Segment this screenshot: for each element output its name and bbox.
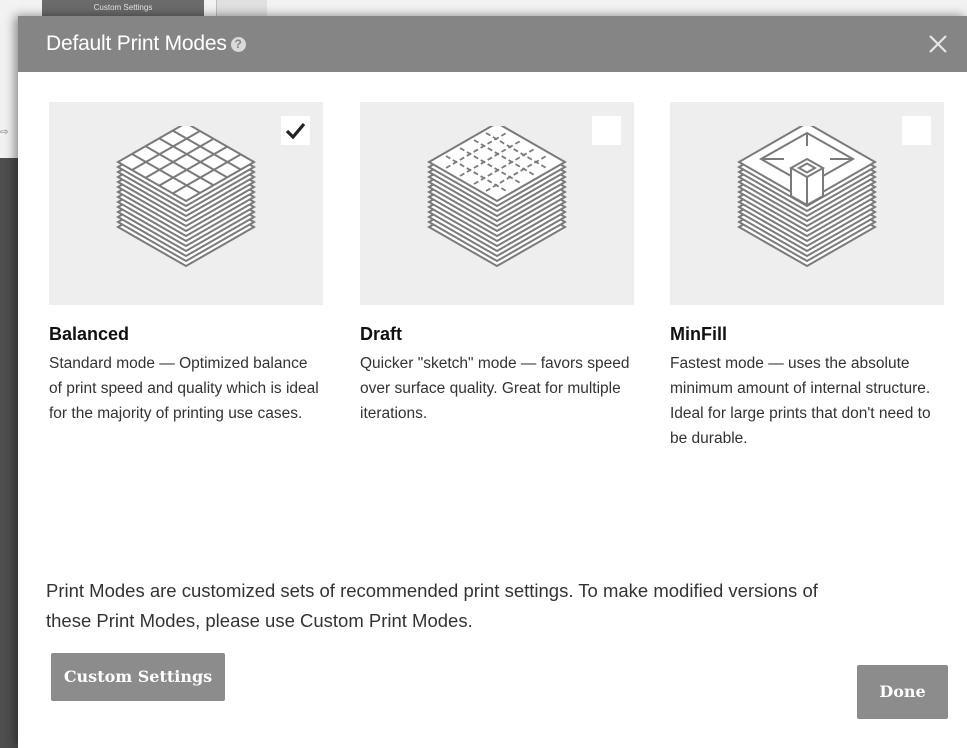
select-checkbox-balanced[interactable]	[281, 116, 310, 145]
dialog-title-text: Default Print Modes	[46, 32, 227, 55]
select-checkbox-draft[interactable]	[592, 116, 621, 145]
mode-description-draft: Quicker "sketch" mode — favors speed ove…	[360, 355, 630, 422]
background-custom-settings-tab: Custom Settings	[42, 0, 204, 16]
mode-description-minfill: Fastest mode — uses the absolute minimum…	[670, 355, 931, 447]
mode-title-balanced: Balanced	[49, 324, 130, 344]
select-checkbox-minfill[interactable]	[902, 116, 931, 145]
mode-image-balanced[interactable]	[49, 102, 323, 305]
dialog-header: Default Print Modes?	[18, 16, 967, 72]
background-tab	[216, 0, 267, 16]
custom-settings-button[interactable]: Custom Settings	[51, 653, 225, 701]
mode-title-minfill: MinFill	[670, 324, 727, 344]
mode-image-draft[interactable]	[360, 102, 634, 305]
help-icon[interactable]: ?	[230, 37, 246, 52]
dialog-title: Default Print Modes?	[46, 32, 246, 56]
mode-title-draft: Draft	[360, 324, 403, 344]
print-modes-dialog: Default Print Modes? Balanced Standard m…	[18, 16, 967, 748]
mode-description-balanced: Standard mode — Optimized balance of pri…	[49, 355, 319, 422]
mode-image-minfill[interactable]	[670, 102, 944, 305]
grid-infill-cube-icon	[113, 121, 259, 281]
mode-card-balanced[interactable]: Balanced Standard mode — Optimized balan…	[49, 102, 323, 426]
done-button[interactable]: Done	[857, 665, 948, 719]
mode-card-draft[interactable]: Draft Quicker "sketch" mode — favors spe…	[360, 102, 634, 426]
print-modes-footnote: Print Modes are customized sets of recom…	[46, 580, 818, 631]
close-icon[interactable]	[927, 33, 949, 55]
mode-card-minfill[interactable]: MinFill Fastest mode — uses the absolute…	[670, 102, 944, 451]
background-arrow-icon: ⇨	[0, 127, 9, 138]
dashed-infill-cube-icon	[424, 121, 570, 281]
minimal-infill-cube-icon	[734, 121, 880, 281]
